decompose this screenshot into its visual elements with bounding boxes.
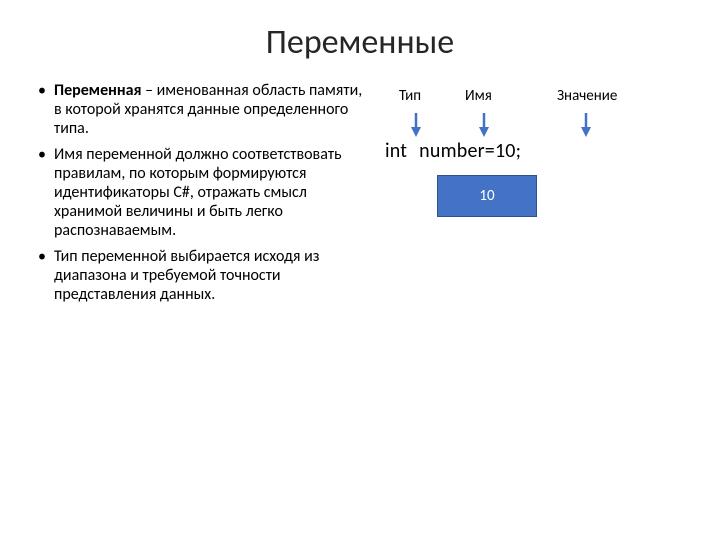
- bullet-item-2: Имя переменной должно соответствовать пр…: [36, 145, 363, 241]
- code-type: int: [385, 139, 407, 163]
- label-name: Имя: [465, 87, 492, 105]
- left-column: Переменная – именованная область памяти,…: [36, 81, 373, 310]
- arrows-row: [373, 111, 684, 139]
- label-value: Значение: [557, 87, 617, 105]
- label-type: Тип: [399, 87, 421, 105]
- term-bold: Переменная: [54, 81, 141, 100]
- code-value: 10: [495, 139, 516, 163]
- code-semicolon: ;: [516, 139, 522, 163]
- bullet-list: Переменная – именованная область памяти,…: [36, 81, 363, 304]
- labels-row: Тип Имя Значение: [373, 87, 684, 111]
- content-area: Переменная – именованная область памяти,…: [0, 81, 720, 310]
- code-eq: =: [485, 139, 495, 163]
- arrow-down-icon: [579, 111, 593, 137]
- arrow-down-icon: [409, 111, 423, 137]
- code-name: number: [419, 139, 485, 163]
- code-line: int number=10;: [373, 139, 684, 163]
- memory-box-value: 10: [479, 187, 494, 205]
- arrow-down-icon: [477, 111, 491, 137]
- right-column: Тип Имя Значение intnumber=10; 10: [373, 81, 684, 310]
- memory-box: 10: [437, 175, 537, 217]
- slide-title: Переменные: [0, 0, 720, 81]
- bullet-item-1: Переменная – именованная область памяти,…: [36, 81, 363, 139]
- bullet-item-3: Тип переменной выбирается исходя из диап…: [36, 247, 363, 305]
